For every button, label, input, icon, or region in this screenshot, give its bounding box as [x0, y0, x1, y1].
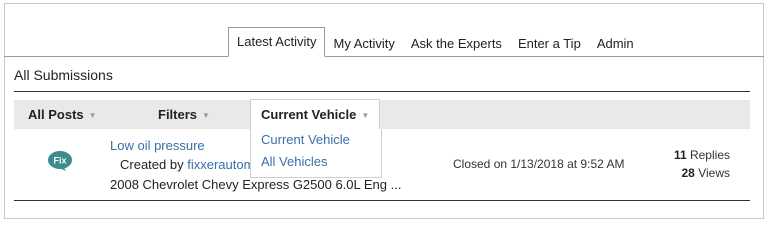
created-by-prefix: Created by	[120, 157, 184, 172]
vehicle-dropdown-menu: Current Vehicle All Vehicles	[250, 129, 382, 178]
filter-bar: All Posts ▼ Filters ▼ Current Vehicle ▼	[14, 99, 750, 130]
views-label: Views	[698, 166, 730, 180]
title-divider	[14, 91, 750, 92]
replies-count: 11 Replies	[674, 148, 730, 162]
current-vehicle-label: Current Vehicle	[261, 107, 357, 122]
filters-label: Filters	[158, 107, 198, 122]
caret-down-icon: ▼	[88, 111, 97, 121]
all-posts-dropdown[interactable]: All Posts ▼	[28, 100, 97, 129]
views-number: 28	[681, 166, 695, 180]
tab-latest-activity[interactable]: Latest Activity	[228, 27, 326, 57]
filters-dropdown[interactable]: Filters ▼	[158, 100, 210, 129]
post-status: Closed on 1/13/2018 at 9:52 AM	[453, 157, 625, 171]
tab-admin[interactable]: Admin	[589, 31, 642, 57]
fix-icon-text: Fix	[53, 156, 66, 166]
tab-divider	[4, 56, 764, 57]
author-link[interactable]: fixxerautom	[187, 157, 254, 172]
caret-down-icon: ▼	[361, 111, 370, 121]
post-title-link[interactable]: Low oil pressure	[110, 138, 205, 153]
all-posts-label: All Posts	[28, 107, 84, 122]
row-divider	[14, 200, 750, 201]
option-all-vehicles[interactable]: All Vehicles	[251, 151, 381, 173]
activity-tabs: Latest Activity My Activity Ask the Expe…	[228, 27, 642, 57]
replies-label: Replies	[689, 148, 730, 162]
page-title: All Submissions	[14, 67, 113, 83]
tab-my-activity[interactable]: My Activity	[325, 31, 402, 57]
views-count: 28 Views	[682, 166, 731, 180]
post-created-by: Created by fixxerautom	[120, 157, 254, 172]
post-vehicle: 2008 Chevrolet Chevy Express G2500 6.0L …	[110, 177, 402, 192]
caret-down-icon: ▼	[202, 111, 210, 121]
replies-number: 11	[673, 148, 687, 162]
tab-ask-the-experts[interactable]: Ask the Experts	[403, 31, 510, 57]
tab-enter-a-tip[interactable]: Enter a Tip	[510, 31, 589, 57]
option-current-vehicle[interactable]: Current Vehicle	[251, 129, 381, 151]
fix-icon: Fix	[48, 151, 72, 171]
current-vehicle-dropdown[interactable]: Current Vehicle ▼	[250, 99, 381, 130]
